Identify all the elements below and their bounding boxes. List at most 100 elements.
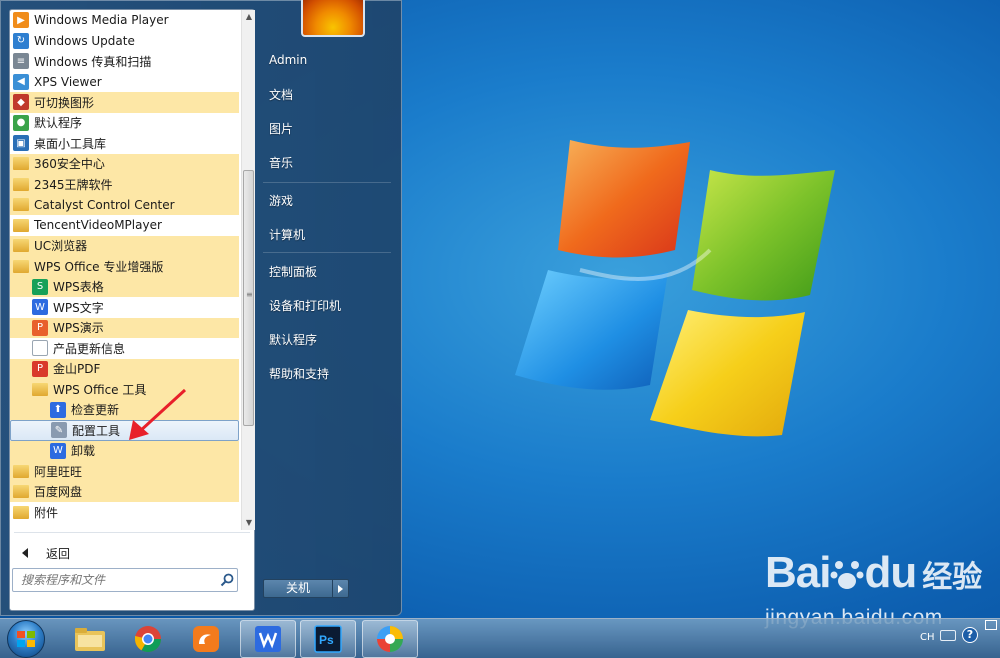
scroll-up-arrow-icon[interactable]: ▲: [242, 10, 256, 24]
program-item[interactable]: ▶ Windows Media Player: [10, 10, 239, 31]
show-desktop-icon[interactable]: [985, 620, 997, 630]
switchable-graphics-icon: ◆: [13, 94, 29, 111]
search-icon[interactable]: [219, 572, 235, 588]
folder-icon: [32, 382, 48, 396]
user-picture[interactable]: [301, 0, 365, 37]
grip-icon: ≡: [246, 290, 253, 299]
taskbar: Ps: [0, 618, 1000, 658]
back-label: 返回: [46, 546, 71, 561]
program-item[interactable]: UC浏览器: [10, 235, 239, 256]
wps-taskbar-button[interactable]: [240, 620, 296, 658]
program-item[interactable]: 产品更新信息: [10, 338, 239, 359]
uc-browser-taskbar-button[interactable]: [178, 620, 234, 658]
wps-presentation-icon: P: [32, 319, 48, 336]
program-item[interactable]: ↻ Windows Update: [10, 31, 239, 52]
program-item-label: 检查更新: [71, 403, 120, 418]
program-item-label: WPS Office 专业增强版: [34, 259, 164, 274]
program-item-label: WPS演示: [53, 321, 104, 336]
program-item-label: 2345王牌软件: [34, 177, 113, 192]
scroll-down-arrow-icon[interactable]: ▼: [242, 516, 256, 530]
program-item[interactable]: 阿里旺旺: [10, 461, 239, 482]
program-item-label: UC浏览器: [34, 239, 88, 254]
folder-icon: [13, 198, 29, 212]
shutdown-options-button[interactable]: [333, 579, 349, 598]
config-tool-icon: ✎: [51, 422, 67, 439]
program-item-label: 配置工具: [72, 423, 121, 438]
program-item-label: Windows Update: [34, 33, 135, 48]
program-item[interactable]: ◆ 可切换图形: [10, 92, 239, 113]
wps-writer-icon: [255, 626, 281, 652]
back-arrow-icon: [22, 548, 28, 558]
chrome-taskbar-button[interactable]: [120, 620, 176, 658]
explorer-taskbar-button[interactable]: [62, 620, 118, 658]
chrome-icon: [134, 626, 162, 653]
right-pane-item[interactable]: 帮助和支持: [263, 360, 393, 386]
media-player-icon: ▶: [13, 12, 29, 29]
program-item[interactable]: ▣ 桌面小工具库: [10, 133, 239, 154]
right-pane-item[interactable]: 默认程序: [263, 326, 393, 352]
program-item[interactable]: 360安全中心: [10, 153, 239, 174]
shutdown-button[interactable]: 关机: [263, 579, 333, 598]
browser-taskbar-button[interactable]: [362, 620, 418, 658]
watermark-brand-2: du: [864, 548, 917, 597]
program-item[interactable]: S WPS表格: [10, 276, 239, 297]
program-list-scrollbar[interactable]: ▲ ≡ ▼: [241, 10, 255, 530]
program-item-label: 默认程序: [34, 116, 83, 131]
program-item-label: 金山PDF: [53, 362, 101, 377]
folder-icon: [13, 485, 29, 499]
program-item-label: 360安全中心: [34, 157, 105, 172]
program-list[interactable]: ▶ Windows Media Player ↻ Windows Update ≡ Win…: [10, 10, 239, 530]
program-item[interactable]: WPS Office 专业增强版: [10, 256, 239, 277]
scroll-thumb[interactable]: ≡: [243, 170, 254, 426]
start-button[interactable]: [7, 620, 45, 658]
folder-icon: [13, 157, 29, 171]
program-item[interactable]: P WPS演示: [10, 317, 239, 338]
folder-icon: [13, 239, 29, 253]
program-item[interactable]: W WPS文字: [10, 297, 239, 318]
program-item[interactable]: Catalyst Control Center: [10, 194, 239, 215]
program-item[interactable]: 百度网盘: [10, 481, 239, 502]
search-input[interactable]: [12, 568, 238, 592]
start-menu: ▶ Windows Media Player ↻ Windows Update ≡ Win…: [0, 0, 402, 616]
program-item[interactable]: ● 默认程序: [10, 113, 239, 134]
right-pane-item[interactable]: 计算机: [263, 221, 393, 247]
fax-scan-icon: ≡: [13, 53, 29, 70]
back-button[interactable]: 返回: [16, 542, 246, 564]
right-pane-item[interactable]: 控制面板: [263, 258, 393, 284]
watermark-cn: 经验: [922, 560, 983, 595]
folder-icon: [13, 218, 29, 232]
folder-icon: [13, 177, 29, 191]
windows-flag-icon: [17, 631, 35, 647]
program-item[interactable]: TencentVideoMPlayer: [10, 215, 239, 236]
divider: [14, 532, 250, 533]
input-language-indicator[interactable]: CH: [920, 632, 935, 643]
program-item[interactable]: 附件: [10, 502, 239, 523]
wps-writer-icon: W: [32, 299, 48, 316]
right-pane-item[interactable]: 音乐: [263, 149, 393, 175]
divider: [263, 252, 391, 253]
right-pane-item[interactable]: 设备和打印机: [263, 292, 393, 318]
paw-icon: [830, 561, 864, 589]
photoshop-taskbar-button[interactable]: Ps: [300, 620, 356, 658]
kingsoft-pdf-icon: P: [32, 360, 48, 377]
program-item-label: 桌面小工具库: [34, 136, 107, 151]
program-item-label: Windows 传真和扫描: [34, 54, 152, 69]
windows-logo-wallpaper: [515, 140, 835, 437]
help-icon[interactable]: ?: [962, 627, 978, 643]
right-pane-item[interactable]: 图片: [263, 115, 393, 141]
right-pane-item[interactable]: 文档: [263, 81, 393, 107]
divider: [263, 182, 391, 183]
keyboard-icon[interactable]: [940, 630, 956, 641]
folder-explorer-icon: [75, 628, 105, 651]
program-item[interactable]: 2345王牌软件: [10, 174, 239, 195]
program-item[interactable]: ≡ Windows 传真和扫描: [10, 51, 239, 72]
right-pane-item[interactable]: Admin: [263, 47, 393, 73]
program-item[interactable]: P 金山PDF: [10, 358, 239, 379]
svg-text:Ps: Ps: [319, 633, 334, 647]
right-pane-item[interactable]: 游戏: [263, 187, 393, 213]
program-item[interactable]: ◀ XPS Viewer: [10, 72, 239, 93]
folder-icon: [13, 505, 29, 519]
program-item-label: Windows Media Player: [34, 13, 169, 28]
watermark-brand: Bai: [765, 548, 831, 597]
program-item-label: 卸载: [71, 444, 96, 459]
